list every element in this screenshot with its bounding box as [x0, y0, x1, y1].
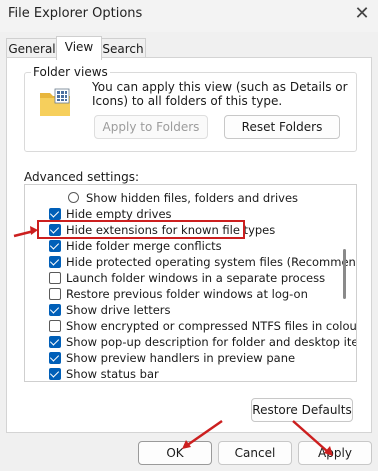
folder-icon	[40, 88, 70, 116]
checkbox-unchecked[interactable]	[49, 288, 61, 300]
advanced-settings-label: Advanced settings:	[24, 170, 139, 184]
folder-views-description: You can apply this view (such as Details…	[92, 80, 348, 108]
close-icon[interactable]: ✕	[350, 2, 374, 26]
checkbox-checked[interactable]	[49, 256, 61, 268]
checkbox-checked[interactable]	[49, 304, 61, 316]
window-title: File Explorer Options	[8, 6, 143, 21]
checkbox-unchecked[interactable]	[49, 272, 61, 284]
checkbox-checked[interactable]	[49, 352, 61, 364]
tab-view[interactable]: View	[56, 36, 102, 60]
restore-defaults-button[interactable]: Restore Defaults	[251, 398, 353, 422]
tab-general[interactable]: General	[6, 38, 58, 59]
checkbox-checked[interactable]	[49, 240, 61, 252]
folder-views-label: Folder views	[31, 65, 110, 79]
advanced-settings-list[interactable]: Show hidden files, folders and drives Hi…	[24, 184, 357, 382]
checkbox-checked[interactable]	[49, 368, 61, 380]
checkbox-unchecked[interactable]	[49, 320, 61, 332]
apply-button[interactable]: Apply	[298, 441, 372, 465]
checkbox-checked[interactable]	[49, 336, 61, 348]
annotation-highlight-box	[37, 220, 245, 239]
title-bar: File Explorer Options ✕	[0, 0, 378, 32]
tab-search[interactable]: Search	[100, 38, 146, 59]
checkbox-checked[interactable]	[49, 208, 61, 220]
radio-button[interactable]	[68, 192, 79, 203]
cancel-button[interactable]: Cancel	[218, 441, 292, 465]
scrollbar-thumb[interactable]	[343, 249, 346, 299]
apply-to-folders-button[interactable]: Apply to Folders	[94, 115, 208, 139]
ok-button[interactable]: OK	[138, 441, 212, 465]
reset-folders-button[interactable]: Reset Folders	[224, 115, 340, 139]
